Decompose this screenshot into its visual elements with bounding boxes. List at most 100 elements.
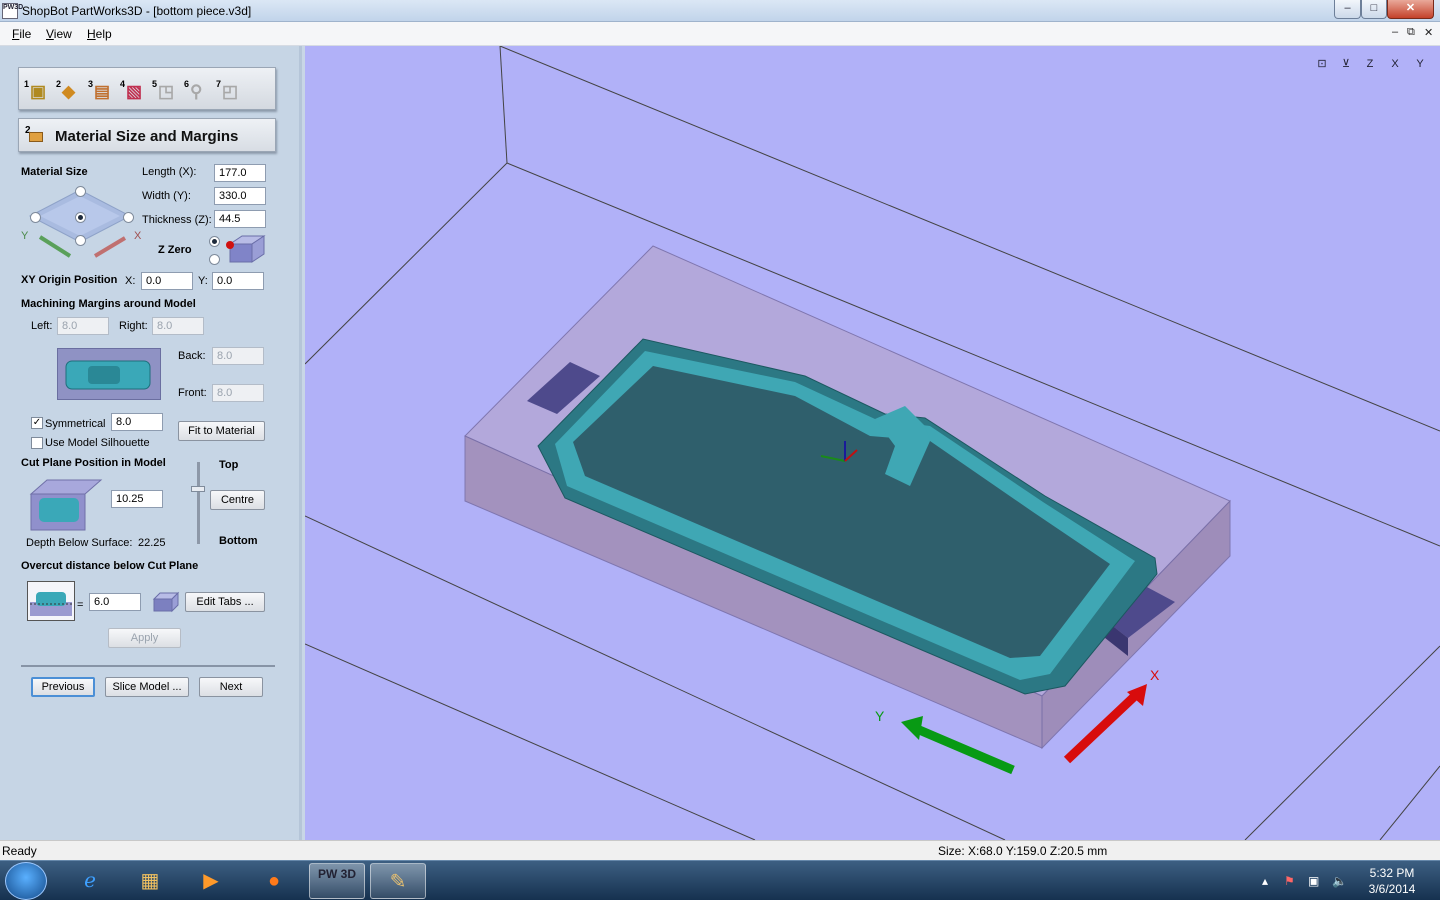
title-bar: PW3D ShopBot PartWorks3D - [bottom piece… — [0, 0, 1440, 22]
mdi-restore-button[interactable]: ⧉ — [1407, 26, 1415, 39]
explorer-icon[interactable]: ▦ — [122, 863, 178, 899]
thickness-field[interactable] — [214, 210, 266, 228]
silhouette-checkbox[interactable] — [31, 437, 43, 449]
mdi-minimize-button[interactable]: – — [1392, 26, 1398, 38]
media-player-icon[interactable]: ▶ — [183, 863, 239, 899]
overcut-label: Overcut distance below Cut Plane — [21, 560, 199, 572]
step-1-button[interactable]: 1 ▣ — [24, 79, 52, 103]
silhouette-label: Use Model Silhouette — [45, 437, 150, 449]
overcut-icon — [30, 592, 72, 616]
cut-plane-icon — [29, 479, 103, 531]
tab-block-icon — [152, 591, 180, 613]
xy-origin-y-label: Y: — [198, 275, 208, 287]
clock-time: 5:32 PM — [1369, 866, 1415, 880]
network-icon[interactable]: ▣ — [1308, 874, 1319, 888]
material-icon: ◆ — [62, 82, 76, 101]
close-button[interactable]: ✕ — [1387, 0, 1434, 19]
next-button[interactable]: Next — [199, 677, 263, 697]
x-axis-label: X — [134, 230, 142, 242]
origin-right-radio[interactable] — [123, 212, 134, 223]
step-5-button[interactable]: 5 ◳ — [152, 79, 180, 103]
status-text: Ready — [2, 844, 37, 858]
maximize-button[interactable]: □ — [1361, 0, 1387, 19]
bottom-label: Bottom — [219, 535, 258, 547]
y-axis-arrowhead — [901, 716, 923, 740]
symmetrical-checkbox[interactable]: ✓ — [31, 417, 43, 429]
left-margin-field[interactable] — [57, 317, 109, 335]
system-clock[interactable]: 5:32 PM 3/6/2014 — [1356, 865, 1428, 897]
origin-left-radio[interactable] — [30, 212, 41, 223]
y-axis-label: Y — [875, 708, 885, 724]
3d-viewport[interactable]: Y X ⊡ ⊻ Z X Y — [305, 46, 1440, 840]
zzero-bottom-radio[interactable] — [209, 254, 220, 265]
size-readout: Size: X:68.0 Y:159.0 Z:20.5 mm — [938, 844, 1108, 858]
length-field[interactable] — [214, 164, 266, 182]
front-margin-field[interactable] — [212, 384, 264, 402]
cut-plane-slider-thumb[interactable] — [191, 486, 205, 492]
back-margin-field[interactable] — [212, 347, 264, 365]
step-7-button[interactable]: 7 ◰ — [216, 79, 244, 103]
volume-icon[interactable]: 🔈 — [1332, 874, 1347, 888]
iso-view-icon[interactable]: ⊻ — [1337, 55, 1355, 73]
menu-view[interactable]: View — [46, 27, 72, 41]
panel-divider — [21, 665, 275, 667]
y-axis-label: Y — [21, 230, 29, 242]
menu-help[interactable]: Help — [87, 27, 112, 41]
scene: Y X — [305, 46, 1440, 840]
previous-button[interactable]: Previous — [31, 677, 95, 697]
step-3-button[interactable]: 3 ▤ — [88, 79, 116, 103]
x-view-icon[interactable]: X — [1386, 55, 1404, 73]
status-bar: Ready Size: X:68.0 Y:159.0 Z:20.5 mm — [0, 840, 1440, 860]
length-label: Length (X): — [142, 166, 197, 178]
xy-origin-x-label: X: — [125, 275, 136, 287]
mdi-close-button[interactable]: ✕ — [1424, 26, 1433, 39]
ie-icon[interactable]: ℯ — [62, 863, 118, 899]
width-field[interactable] — [214, 187, 266, 205]
search-icon: ⚲ — [190, 82, 203, 101]
panel-header: 2 Material Size and Margins — [18, 118, 276, 152]
depth-label: Depth Below Surface: — [26, 537, 133, 549]
cut-plane-slider-track[interactable] — [197, 462, 200, 544]
toolpath-icon: ▤ — [94, 82, 111, 101]
back-margin-label: Back: — [178, 350, 206, 362]
origin-front-radio[interactable] — [75, 235, 86, 246]
scene-edge — [305, 162, 508, 365]
scene-edge — [499, 46, 508, 164]
origin-x-field[interactable] — [141, 272, 193, 290]
right-margin-field[interactable] — [152, 317, 204, 335]
step-6-button[interactable]: 6 ⚲ — [184, 79, 212, 103]
panel-title: Material Size and Margins — [55, 128, 239, 145]
firefox-icon[interactable]: ● — [246, 863, 302, 899]
action-center-icon[interactable]: ⚑ — [1284, 874, 1295, 888]
step-4-button[interactable]: 4 ▧ — [120, 79, 148, 103]
origin-center-radio[interactable] — [75, 212, 86, 223]
origin-back-radio[interactable] — [75, 186, 86, 197]
apply-button[interactable]: Apply — [108, 628, 181, 648]
zzero-top-radio[interactable] — [209, 236, 220, 247]
paint-icon[interactable]: ✎ — [370, 863, 426, 899]
menu-bar: File View Help – ⧉ ✕ — [0, 22, 1440, 46]
step-2-button[interactable]: 2 ◆ — [56, 79, 84, 103]
x-axis-label: X — [1150, 667, 1160, 683]
y-view-icon[interactable]: Y — [1411, 55, 1429, 73]
thickness-label: Thickness (Z): — [142, 214, 212, 226]
tray-expand-icon[interactable]: ▴ — [1262, 874, 1268, 888]
start-button[interactable] — [5, 862, 47, 900]
fit-to-material-button[interactable]: Fit to Material — [178, 421, 265, 441]
z-view-icon[interactable]: Z — [1361, 55, 1379, 73]
preview-icon: ◳ — [158, 82, 175, 101]
overcut-field[interactable] — [89, 593, 141, 611]
slice-model-button[interactable]: Slice Model ... — [105, 677, 189, 697]
edit-tabs-button[interactable]: Edit Tabs ... — [185, 592, 265, 612]
cut-plane-field[interactable] — [111, 490, 163, 508]
symmetrical-margin-field[interactable] — [111, 413, 163, 431]
model-size-icon: ▣ — [30, 82, 47, 101]
fit-view-icon[interactable]: ⊡ — [1313, 55, 1331, 73]
y-axis-arrow — [915, 724, 1015, 775]
depth-value: 22.25 — [138, 537, 166, 549]
origin-y-field[interactable] — [212, 272, 264, 290]
centre-button[interactable]: Centre — [210, 490, 265, 510]
menu-file[interactable]: File — [12, 27, 31, 41]
minimize-button[interactable]: – — [1334, 0, 1361, 19]
partworks3d-taskbar-button[interactable]: PW 3D — [309, 863, 365, 899]
